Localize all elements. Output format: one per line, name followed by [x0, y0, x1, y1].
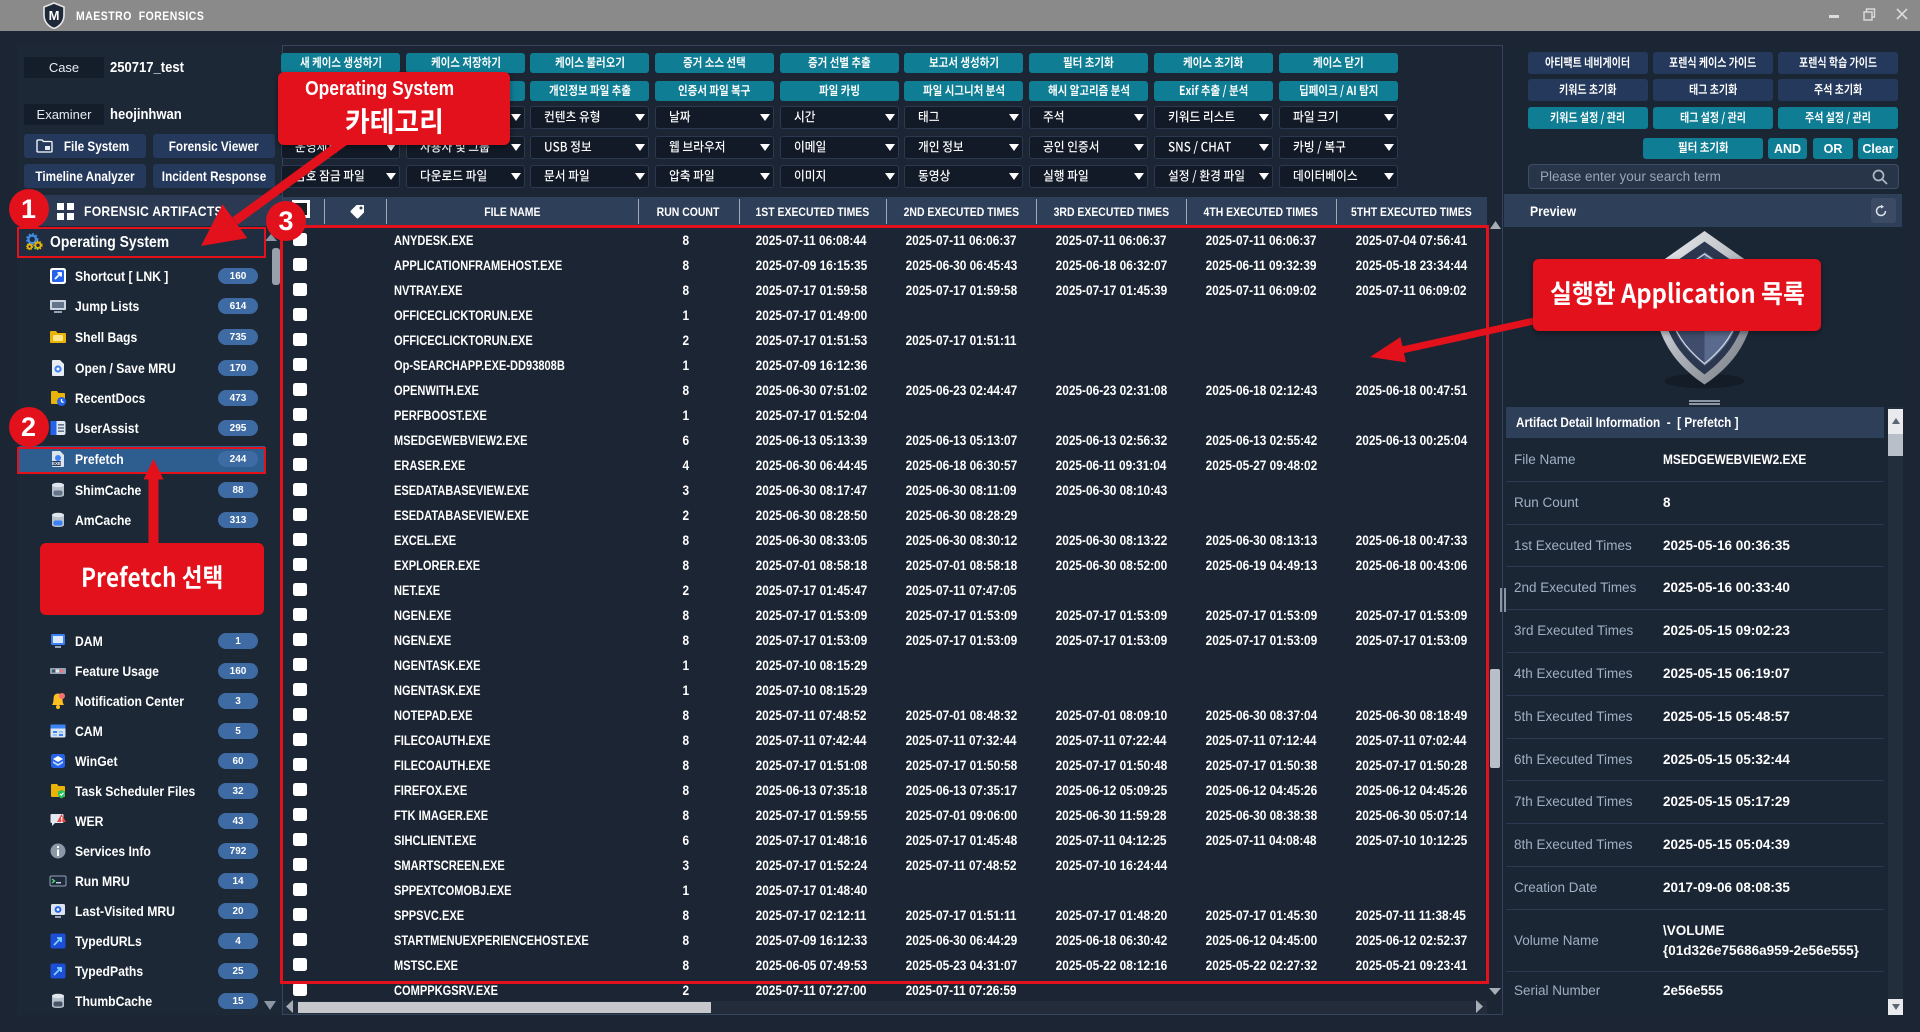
- svg-text:M: M: [49, 8, 60, 23]
